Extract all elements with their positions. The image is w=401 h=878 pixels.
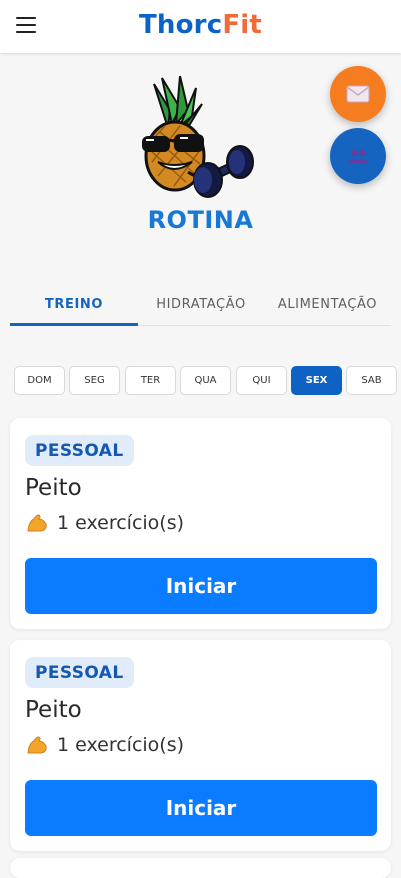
group-icon	[348, 149, 368, 163]
exercise-count: 1 exercício(s)	[25, 511, 184, 535]
brand-name-part2: Fit	[222, 10, 263, 40]
workout-name: Peito	[25, 475, 82, 501]
exercise-count: 1 exercício(s)	[25, 733, 184, 757]
app-logo: ThorcFit	[0, 10, 401, 40]
tab-hidratacao[interactable]: HIDRATAÇÃO	[138, 282, 264, 326]
workout-card: PESSOAL Peito 1 exercício(s) Iniciar	[10, 418, 391, 629]
workout-card-partial	[10, 858, 391, 878]
day-dom-button[interactable]: DOM	[14, 366, 65, 395]
workout-card: PESSOAL Peito 1 exercício(s) Iniciar	[10, 640, 391, 851]
start-workout-button[interactable]: Iniciar	[25, 780, 377, 836]
start-workout-button[interactable]: Iniciar	[25, 558, 377, 614]
day-qui-button[interactable]: QUI	[236, 366, 287, 395]
mail-icon	[346, 85, 370, 103]
exercise-count-label: 1 exercício(s)	[57, 512, 185, 534]
workout-name: Peito	[25, 697, 82, 723]
community-button[interactable]	[330, 128, 386, 184]
day-sex-button[interactable]: SEX	[291, 366, 342, 395]
flexed-biceps-icon	[27, 736, 47, 754]
day-sab-button[interactable]: SAB	[346, 366, 397, 395]
day-qua-button[interactable]: QUA	[180, 366, 231, 395]
flexed-biceps-icon	[27, 514, 47, 532]
active-tab-indicator	[10, 323, 138, 326]
app-header: ThorcFit	[0, 0, 401, 53]
day-ter-button[interactable]: TER	[125, 366, 176, 395]
pineapple-mascot-image	[142, 76, 254, 198]
messages-button[interactable]	[330, 66, 386, 122]
pineapple-leaves	[153, 76, 203, 129]
section-tabs: TREINO HIDRATAÇÃO ALIMENTAÇÃO	[10, 282, 391, 326]
brand-name-part1: Thorc	[138, 10, 223, 40]
page-title: ROTINA	[147, 206, 254, 234]
exercise-count-label: 1 exercício(s)	[57, 734, 185, 756]
day-seg-button[interactable]: SEG	[69, 366, 120, 395]
workout-type-badge: PESSOAL	[25, 657, 134, 688]
tab-alimentacao[interactable]: ALIMENTAÇÃO	[264, 282, 391, 326]
tab-treino[interactable]: TREINO	[10, 282, 138, 326]
workout-type-badge: PESSOAL	[25, 435, 134, 466]
